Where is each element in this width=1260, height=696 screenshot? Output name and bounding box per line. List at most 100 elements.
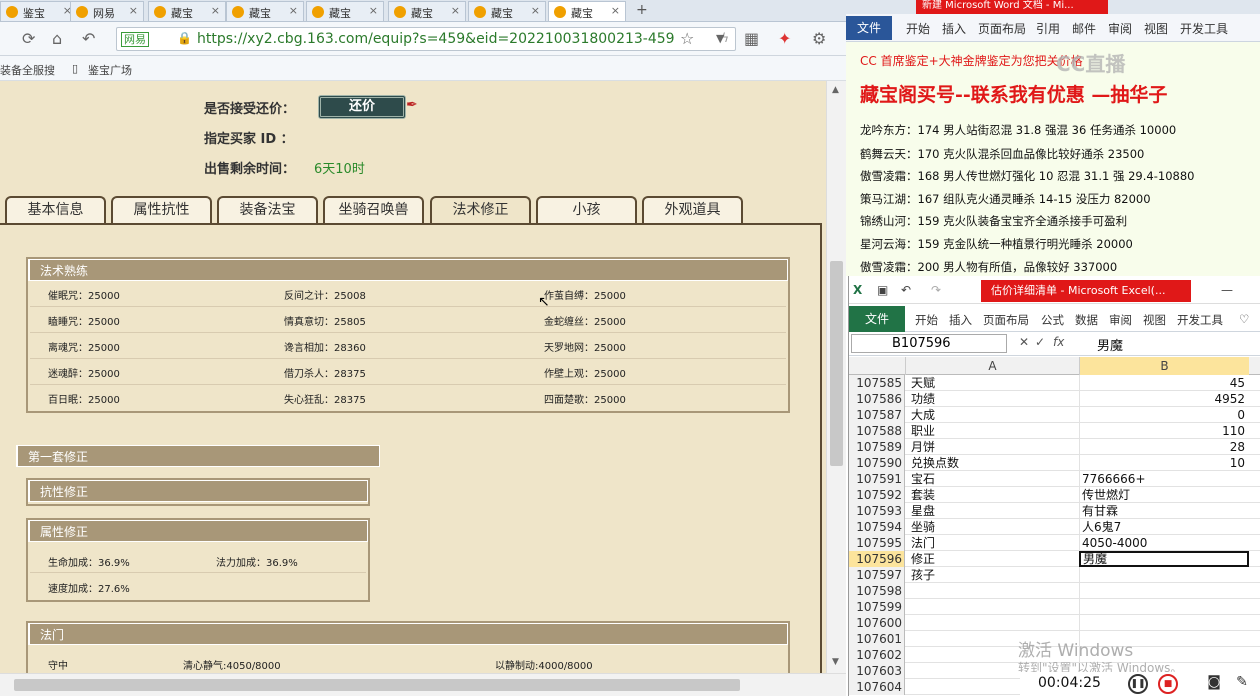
save-icon[interactable]: ▣	[877, 283, 888, 297]
browser-tab[interactable]: 藏宝 ×	[148, 1, 226, 21]
cell-b[interactable]	[1079, 583, 1249, 599]
cell-b[interactable]: 28	[1079, 439, 1249, 455]
cell-b[interactable]: 4050-4000	[1079, 535, 1249, 551]
close-tab-icon[interactable]: ×	[211, 4, 220, 17]
row-number[interactable]: 107593	[849, 503, 905, 519]
row-number[interactable]: 107601	[849, 631, 905, 647]
stop-icon[interactable]: ■	[1158, 674, 1178, 694]
row-number[interactable]: 107602	[849, 647, 905, 663]
word-document[interactable]: CC 首席鉴定+大神金牌鉴定为您把关价格 藏宝阁买号--联系我有优惠 —抽华子 …	[846, 42, 1260, 276]
cell-a[interactable]: 功绩	[911, 391, 935, 407]
cell-a[interactable]: 孩子	[911, 567, 935, 583]
word-tab[interactable]: 插入	[942, 20, 966, 37]
browser-tab[interactable]: 藏宝 ×	[226, 1, 304, 21]
horizontal-scrollbar[interactable]	[0, 673, 846, 696]
cell-b[interactable]	[1079, 615, 1249, 631]
cell-a[interactable]: 天赋	[911, 375, 935, 391]
pencil-icon[interactable]: ✎	[1232, 674, 1252, 694]
game-controller-icon[interactable]: ✦	[778, 29, 791, 48]
formula-input[interactable]: 男魔	[1097, 335, 1123, 354]
word-tab[interactable]: 开始	[906, 20, 930, 37]
cell-a[interactable]: 大成	[911, 407, 935, 423]
excel-tab[interactable]: 开始	[915, 312, 938, 328]
cell-b[interactable]: 传世燃灯	[1079, 487, 1249, 503]
excel-tab[interactable]: 公式	[1041, 312, 1064, 328]
row-number[interactable]: 107591	[849, 471, 905, 487]
row-number[interactable]: 107588	[849, 423, 905, 439]
scroll-thumb[interactable]	[14, 679, 740, 691]
cell-a[interactable]: 套装	[911, 487, 935, 503]
browser-tab[interactable]: 藏宝 ×	[468, 1, 546, 21]
new-tab-button[interactable]: +	[636, 2, 648, 18]
tab-children[interactable]: 小孩	[536, 196, 637, 224]
row-number[interactable]: 107590	[849, 455, 905, 471]
row-number[interactable]: 107585	[849, 375, 905, 391]
browser-tab[interactable]: 藏宝 ×	[548, 1, 626, 21]
row-number[interactable]: 107587	[849, 407, 905, 423]
cell-a[interactable]: 法门	[911, 535, 935, 551]
cell-b[interactable]: 有甘霖	[1079, 503, 1249, 519]
close-tab-icon[interactable]: ×	[289, 4, 298, 17]
row-number[interactable]: 107597	[849, 567, 905, 583]
wrench-icon[interactable]: ⚙	[812, 29, 826, 48]
excel-tab[interactable]: 插入	[949, 312, 972, 328]
tab-equipment[interactable]: 装备法宝	[217, 196, 318, 224]
cell-a[interactable]: 修正	[911, 551, 935, 567]
cell-b[interactable]: 45	[1079, 375, 1249, 391]
browser-tab[interactable]: 藏宝 ×	[306, 1, 384, 21]
camera-icon[interactable]: ◙	[1204, 674, 1224, 694]
tab-appearance[interactable]: 外观道具	[642, 196, 743, 224]
chevron-down-icon[interactable]: ♡	[1239, 312, 1249, 326]
column-header-b[interactable]: B	[1079, 357, 1249, 375]
word-tab[interactable]: 审阅	[1108, 20, 1132, 37]
grid-icon[interactable]: ▦	[744, 29, 759, 48]
active-cell[interactable]: 男魔	[1079, 551, 1249, 567]
set1-title[interactable]: 第一套修正	[16, 445, 380, 467]
row-number[interactable]: 107600	[849, 615, 905, 631]
minimize-icon[interactable]: —	[1221, 283, 1233, 297]
confirm-icon[interactable]: ✓	[1035, 335, 1045, 349]
address-bar[interactable]: 网易 🔒 https://xy2.cbg.163.com/equip?s=459…	[116, 27, 736, 51]
cell-b[interactable]: 7766666+	[1079, 471, 1249, 487]
close-tab-icon[interactable]: ×	[129, 4, 138, 17]
word-tab[interactable]: 视图	[1144, 20, 1168, 37]
row-number[interactable]: 107596	[849, 551, 905, 567]
cell-a[interactable]: 月饼	[911, 439, 935, 455]
cell-a[interactable]: 兑换点数	[911, 455, 959, 471]
row-number[interactable]: 107604	[849, 679, 905, 695]
vertical-scrollbar[interactable]: ▲ ▼	[826, 81, 846, 673]
tab-attributes[interactable]: 属性抗性	[111, 196, 212, 224]
cell-a[interactable]: 宝石	[911, 471, 935, 487]
column-header-a[interactable]: A	[905, 357, 1079, 375]
row-number[interactable]: 107594	[849, 519, 905, 535]
cell-a[interactable]: 职业	[911, 423, 935, 439]
browser-tab[interactable]: 鉴宝 ×	[0, 1, 78, 21]
name-box[interactable]: B107596	[851, 334, 1007, 353]
close-tab-icon[interactable]: ×	[369, 4, 378, 17]
tab-basic-info[interactable]: 基本信息	[5, 196, 106, 224]
bookmark-item[interactable]: 鉴宝广场	[88, 62, 132, 78]
cell-b[interactable]: 人6鬼7	[1079, 519, 1249, 535]
bookmark-item[interactable]: 装备全服搜	[0, 62, 55, 78]
row-number[interactable]: 107589	[849, 439, 905, 455]
row-number[interactable]: 107599	[849, 599, 905, 615]
word-file-tab[interactable]: 文件	[846, 16, 892, 40]
tab-spell-correction[interactable]: 法术修正	[430, 196, 531, 226]
refresh-icon[interactable]: ⟳	[22, 29, 35, 48]
scroll-down-icon[interactable]: ▼	[832, 657, 839, 667]
redo-icon[interactable]: ↷	[931, 283, 941, 297]
tab-mounts[interactable]: 坐骑召唤兽	[323, 196, 424, 224]
cell-b[interactable]: 0	[1079, 407, 1249, 423]
pause-icon[interactable]: ❚❚	[1128, 674, 1148, 694]
cancel-icon[interactable]: ✕	[1019, 335, 1029, 349]
url-text[interactable]: https://xy2.cbg.163.com/equip?s=459&eid=…	[197, 31, 675, 47]
excel-tab[interactable]: 页面布局	[983, 312, 1029, 328]
close-tab-icon[interactable]: ×	[611, 4, 620, 17]
function-icon[interactable]: fx	[1053, 335, 1064, 349]
dropdown-arrow-icon[interactable]: ▼	[716, 32, 724, 45]
back-icon[interactable]: ↶	[82, 29, 95, 48]
cell-b[interactable]: 110	[1079, 423, 1249, 439]
undo-icon[interactable]: ↶	[901, 283, 911, 297]
cell-b[interactable]	[1079, 567, 1249, 583]
star-icon[interactable]: ☆	[680, 29, 694, 48]
